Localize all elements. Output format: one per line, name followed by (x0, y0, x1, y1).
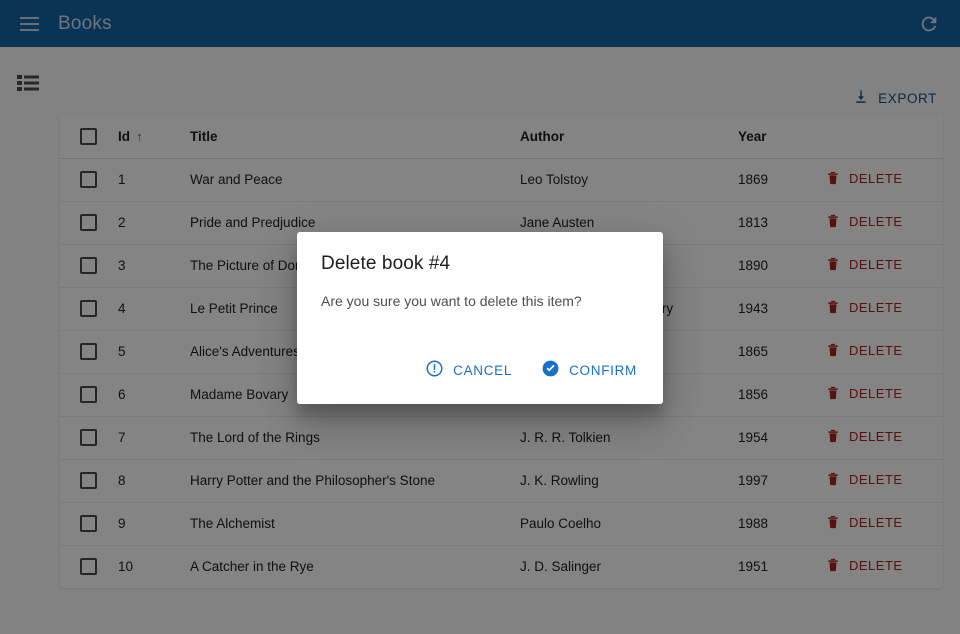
confirm-button[interactable]: CONFIRM (533, 352, 645, 388)
cancel-button[interactable]: CANCEL (417, 352, 520, 388)
check-circle-icon (541, 359, 560, 381)
cancel-label: CANCEL (453, 363, 512, 378)
dialog-actions: CANCEL CONFIRM (297, 352, 663, 404)
confirm-label: CONFIRM (569, 363, 637, 378)
alert-circle-icon (425, 359, 444, 381)
dialog-title: Delete book #4 (297, 232, 663, 275)
app-root: Books (0, 0, 960, 634)
dialog-message: Are you sure you want to delete this ite… (297, 275, 663, 309)
delete-confirm-dialog: Delete book #4 Are you sure you want to … (297, 232, 663, 404)
